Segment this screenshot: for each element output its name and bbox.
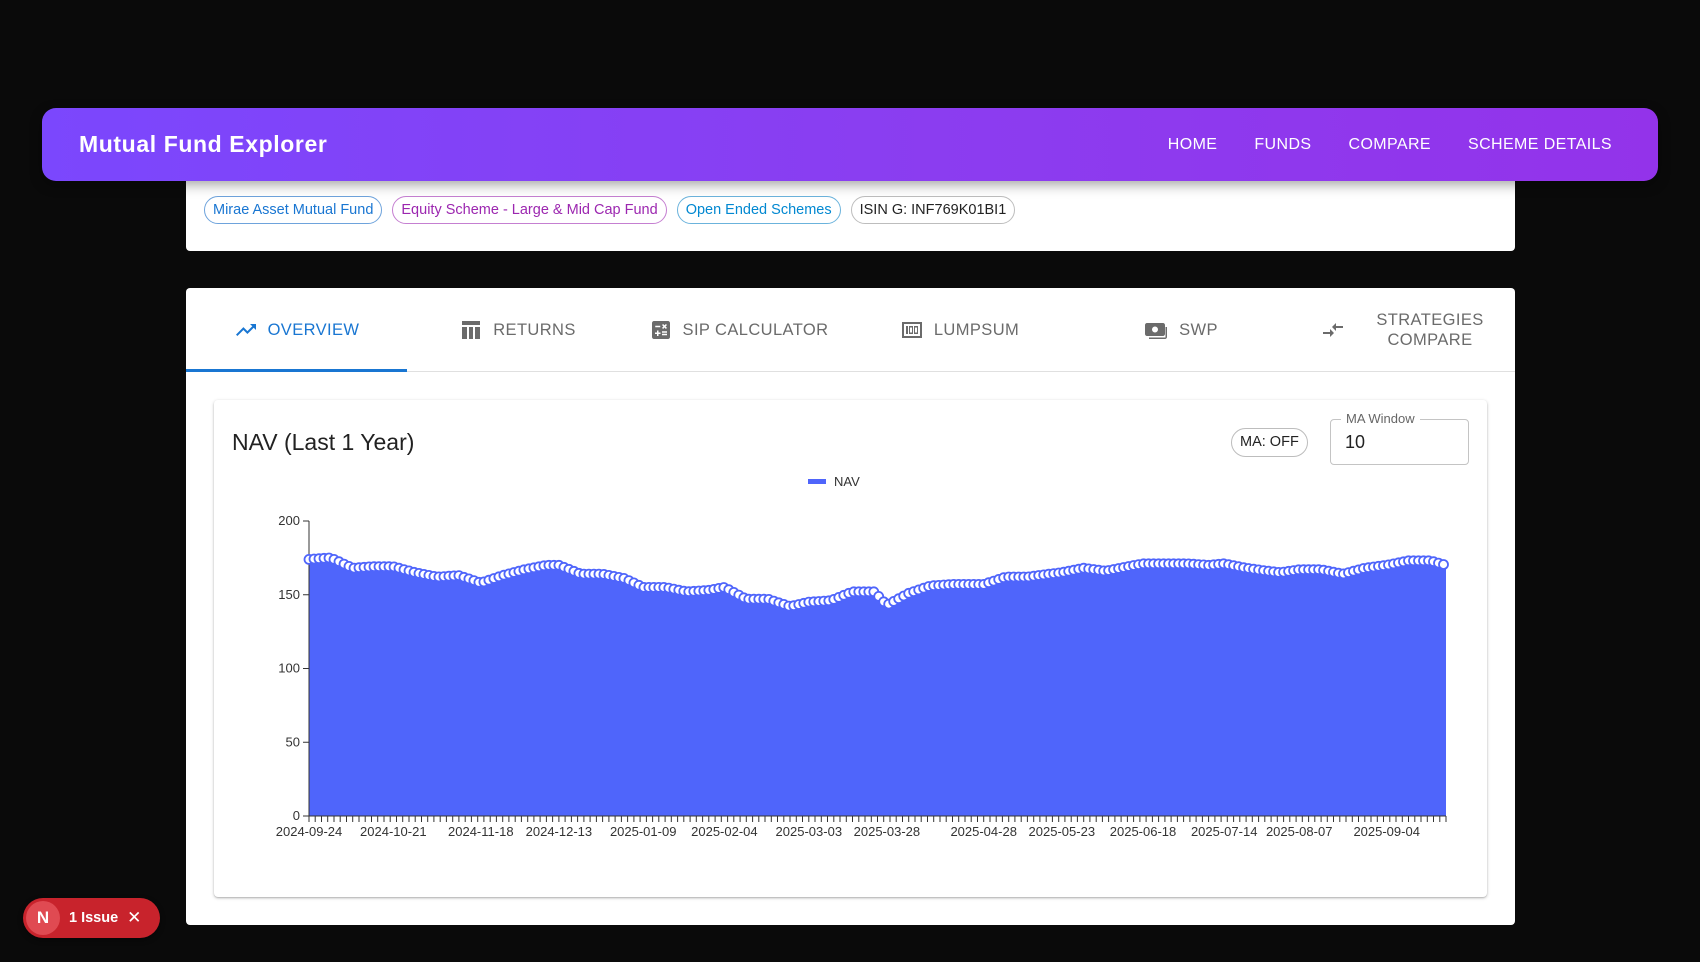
scheme-tabs-card: OVERVIEW RETURNS SIP CALCULATOR LUMPSUM … — [186, 288, 1515, 925]
x-tick-label: 2025-05-23 — [1029, 824, 1096, 839]
tab-bar: OVERVIEW RETURNS SIP CALCULATOR LUMPSUM … — [186, 288, 1515, 372]
y-tick-label: 150 — [278, 587, 300, 602]
x-tick-label: 2025-09-04 — [1353, 824, 1420, 839]
close-icon[interactable]: ✕ — [127, 908, 141, 928]
tab-label: STRATEGIES COMPARE — [1376, 311, 1484, 349]
legend: NAV — [808, 474, 860, 489]
app-title: Mutual Fund Explorer — [79, 131, 328, 157]
legend-swatch-nav — [808, 479, 826, 484]
trending-up-icon — [234, 318, 258, 342]
tab-sip-calculator[interactable]: SIP CALCULATOR — [628, 288, 849, 372]
x-tick-label: 2025-03-03 — [776, 824, 843, 839]
tab-swp[interactable]: SWP — [1070, 288, 1291, 372]
scheme-type-chip: Open Ended Schemes — [676, 196, 841, 224]
y-tick-label: 0 — [293, 808, 300, 823]
active-tab-indicator — [186, 369, 407, 372]
legend-label-nav: NAV — [834, 474, 860, 489]
x-tick-label: 2024-11-18 — [448, 824, 514, 839]
tab-label: OVERVIEW — [267, 320, 360, 339]
tab-strategies-compare[interactable]: STRATEGIES COMPARE — [1291, 288, 1515, 372]
nav-compare[interactable]: COMPARE — [1348, 136, 1431, 154]
nav-area-chart: NAV 0 50 100 150 200 2024-09-24 2024-10-21 2024… — [276, 474, 1449, 839]
x-tick-label: 2025-01-09 — [610, 824, 677, 839]
dev-issues-badge[interactable]: N 1 Issue ✕ — [23, 898, 160, 938]
tab-label: LUMPSUM — [933, 320, 1020, 339]
x-tick-label: 2025-02-04 — [691, 824, 758, 839]
y-tick-label: 200 — [278, 513, 300, 528]
y-tick-label: 100 — [278, 661, 300, 676]
nav-scheme-details[interactable]: SCHEME DETAILS — [1468, 136, 1612, 154]
x-tick-label: 2024-09-24 — [276, 824, 343, 839]
nav-home[interactable]: HOME — [1168, 136, 1218, 154]
tab-overview[interactable]: OVERVIEW — [186, 288, 407, 372]
lumpsum-icon — [900, 318, 924, 342]
fund-house-chip: Mirae Asset Mutual Fund — [204, 196, 383, 224]
tab-label: RETURNS — [493, 320, 576, 339]
compare-arrows-icon — [1321, 318, 1347, 342]
x-tick-label: 2024-12-13 — [526, 824, 593, 839]
top-nav: HOME FUNDS COMPARE SCHEME DETAILS — [1131, 136, 1612, 154]
x-tick-label: 2025-04-28 — [950, 824, 1017, 839]
x-tick-label: 2024-10-21 — [360, 824, 427, 839]
calculator-icon — [649, 318, 673, 342]
app-bar: Mutual Fund Explorer HOME FUNDS COMPARE … — [42, 108, 1658, 181]
payments-icon — [1143, 318, 1169, 342]
tab-label: SIP CALCULATOR — [682, 320, 829, 339]
x-tick-label: 2025-08-07 — [1266, 824, 1333, 839]
table-icon — [459, 318, 483, 342]
category-chip: Equity Scheme - Large & Mid Cap Fund — [392, 196, 667, 224]
y-tick-label: 50 — [286, 734, 300, 749]
nav-funds[interactable]: FUNDS — [1254, 136, 1311, 154]
issue-count: 1 Issue — [69, 910, 119, 926]
tab-lumpsum[interactable]: LUMPSUM — [849, 288, 1070, 372]
isin-chip: ISIN G: INF769K01BI1 — [850, 196, 1016, 224]
tab-returns[interactable]: RETURNS — [407, 288, 628, 372]
nav-point — [1438, 559, 1449, 570]
x-tick-label: 2025-03-28 — [854, 824, 921, 839]
x-tick-label: 2025-07-14 — [1191, 824, 1258, 839]
scheme-chips: Mirae Asset Mutual Fund Equity Scheme - … — [204, 196, 1016, 224]
nav-chart-card: NAV (Last 1 Year) MA: OFF MA Window NAV … — [214, 400, 1487, 897]
x-tick-label: 2025-06-18 — [1110, 824, 1177, 839]
plot-area: 0 50 100 150 200 2024-09-24 2024-10-21 2024-11-… — [276, 513, 1449, 839]
tab-label: SWP — [1179, 320, 1218, 339]
nextjs-logo-icon: N — [26, 901, 60, 935]
